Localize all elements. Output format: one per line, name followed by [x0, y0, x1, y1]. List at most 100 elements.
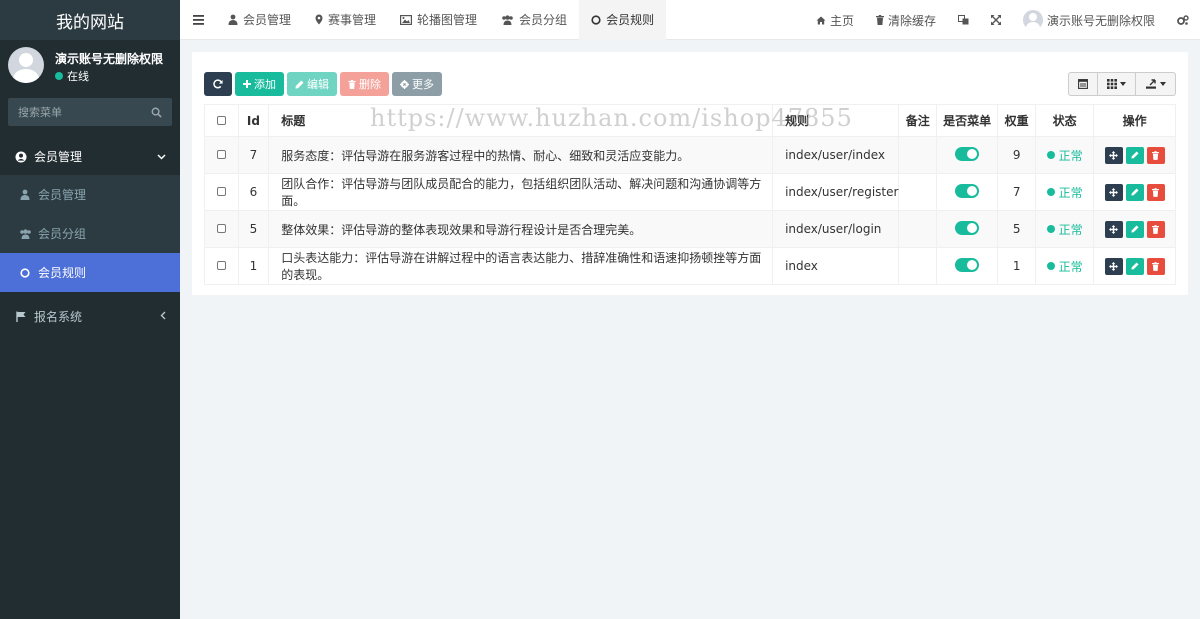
table-row[interactable]: 1 口头表达能力：评估导游在讲解过程中的语言表达能力、措辞准确性和语速抑扬顿挫等…	[204, 247, 1176, 285]
more-button[interactable]: 更多	[392, 72, 442, 96]
sidebar-toggle-button[interactable]	[180, 0, 216, 40]
sidebar-item-registration-system[interactable]: 报名系统	[0, 298, 180, 335]
row-title: 服务态度：评估导游在服务游客过程中的热情、耐心、细致和灵活应变能力。	[268, 136, 774, 174]
image-icon	[400, 14, 413, 25]
account-menu[interactable]: 演示账号无删除权限	[1012, 0, 1166, 40]
search-input[interactable]	[18, 105, 151, 119]
is-menu-toggle[interactable]	[955, 146, 980, 161]
row-checkbox[interactable]	[216, 224, 226, 233]
user-status: 在线	[55, 68, 89, 84]
gears-icon	[1177, 14, 1189, 25]
chevron-down-icon	[157, 150, 166, 163]
tab-label: 会员管理	[243, 13, 292, 27]
move-icon	[1109, 187, 1119, 197]
row-delete-button[interactable]	[1146, 257, 1165, 275]
add-label: 添加	[254, 78, 276, 91]
row-id: 5	[237, 210, 270, 248]
row-status-cell: 正常	[1034, 136, 1095, 174]
row-edit-button[interactable]	[1125, 146, 1144, 164]
row-is-menu-cell	[935, 173, 999, 211]
tab-label: 赛事管理	[328, 13, 377, 27]
clear-cache-button[interactable]: 清除缓存	[865, 0, 947, 40]
row-title: 口头表达能力：评估导游在讲解过程中的语言表达能力、措辞准确性和语速抑扬顿挫等方面…	[268, 247, 774, 285]
tab-label: 轮播图管理	[417, 13, 478, 27]
pencil-icon	[1131, 262, 1139, 270]
header-is-menu[interactable]: 是否菜单	[935, 104, 999, 137]
avatar	[1022, 10, 1043, 30]
refresh-icon	[213, 79, 223, 89]
sidebar-item-member-rules[interactable]: 会员规则	[0, 253, 180, 292]
tab-member-group[interactable]: 会员分组	[489, 0, 579, 40]
site-logo[interactable]: 我的网站	[0, 0, 180, 40]
status-badge[interactable]: 正常	[1046, 221, 1083, 238]
row-weight: 7	[997, 173, 1036, 211]
status-badge[interactable]: 正常	[1046, 147, 1083, 164]
status-badge[interactable]: 正常	[1046, 258, 1083, 275]
menu-icon	[192, 14, 204, 25]
settings-button[interactable]	[1166, 0, 1200, 40]
is-menu-toggle[interactable]	[955, 220, 980, 235]
sidebar-item-member-group[interactable]: 会员分组	[0, 214, 180, 253]
table-row[interactable]: 7 服务态度：评估导游在服务游客过程中的热情、耐心、细致和灵活应变能力。 ind…	[204, 136, 1176, 174]
map-marker-icon	[315, 14, 323, 25]
drag-sort-button[interactable]	[1104, 257, 1123, 275]
fullscreen-button[interactable]	[980, 0, 1012, 40]
row-checkbox[interactable]	[216, 261, 226, 270]
move-icon	[1109, 261, 1119, 271]
user-panel: 演示账号无删除权限 在线	[0, 40, 180, 92]
drag-sort-button[interactable]	[1104, 183, 1123, 201]
tab-member-rules[interactable]: 会员规则	[579, 0, 667, 40]
sidebar-menu: 会员管理 会员管理 会员分组 会员规则 报名系统	[0, 138, 180, 335]
header-status[interactable]: 状态	[1034, 104, 1095, 137]
user-circle-icon	[14, 151, 28, 163]
columns-dropdown-button[interactable]	[1098, 72, 1136, 96]
grid-icon	[1107, 79, 1117, 89]
status-dot-icon	[1046, 151, 1055, 159]
export-dropdown-button[interactable]	[1136, 72, 1176, 96]
header-id[interactable]: Id	[237, 104, 270, 137]
home-link[interactable]: 主页	[805, 0, 865, 40]
row-delete-button[interactable]	[1146, 146, 1165, 164]
search-icon[interactable]	[151, 107, 162, 118]
more-label: 更多	[412, 78, 434, 91]
drag-sort-button[interactable]	[1104, 220, 1123, 238]
delete-button[interactable]: 删除	[340, 72, 389, 96]
row-checkbox[interactable]	[216, 150, 226, 159]
trash-icon	[1152, 187, 1160, 197]
tab-carousel-management[interactable]: 轮播图管理	[388, 0, 489, 40]
avatar	[8, 47, 44, 83]
table-row[interactable]: 5 整体效果：评估导游的整体表现效果和导游行程设计是否合理完美。 index/u…	[204, 210, 1176, 248]
row-edit-button[interactable]	[1125, 220, 1144, 238]
row-edit-button[interactable]	[1125, 257, 1144, 275]
row-delete-button[interactable]	[1146, 220, 1165, 238]
is-menu-toggle[interactable]	[955, 183, 980, 198]
user-icon	[228, 14, 238, 25]
table-row[interactable]: 6 团队合作：评估导游与团队成员配合的能力，包括组织团队活动、解决问题和沟通协调…	[204, 173, 1176, 211]
row-weight: 9	[997, 136, 1036, 174]
is-menu-toggle[interactable]	[955, 257, 980, 272]
toggle-card-view-button[interactable]	[1068, 72, 1098, 96]
top-navbar: 会员管理 赛事管理 轮播图管理 会员分组 会员规则 主页 清除缓存 演示账号无删…	[180, 0, 1200, 40]
row-delete-button[interactable]	[1146, 183, 1165, 201]
add-button[interactable]: 添加	[235, 72, 284, 96]
drag-sort-button[interactable]	[1104, 146, 1123, 164]
status-badge[interactable]: 正常	[1046, 184, 1083, 201]
row-edit-button[interactable]	[1125, 183, 1144, 201]
edit-button[interactable]: 编辑	[287, 72, 337, 96]
users-icon	[502, 14, 513, 25]
row-checkbox[interactable]	[216, 187, 226, 196]
row-remark	[898, 210, 937, 248]
tab-member-management[interactable]: 会员管理	[216, 0, 303, 40]
header-weight[interactable]: 权重	[997, 104, 1036, 137]
refresh-button[interactable]	[204, 72, 232, 96]
sidebar-item-member-management[interactable]: 会员管理	[0, 138, 180, 175]
tab-event-management[interactable]: 赛事管理	[303, 0, 388, 40]
table-view-tools	[1068, 72, 1176, 96]
select-all-checkbox[interactable]	[216, 115, 226, 125]
sidebar-item-member-list[interactable]: 会员管理	[0, 175, 180, 214]
language-button[interactable]	[947, 0, 980, 40]
row-remark	[898, 173, 937, 211]
select-all-cell	[204, 104, 239, 137]
header-remark[interactable]: 备注	[898, 104, 937, 137]
home-label: 主页	[829, 13, 854, 28]
